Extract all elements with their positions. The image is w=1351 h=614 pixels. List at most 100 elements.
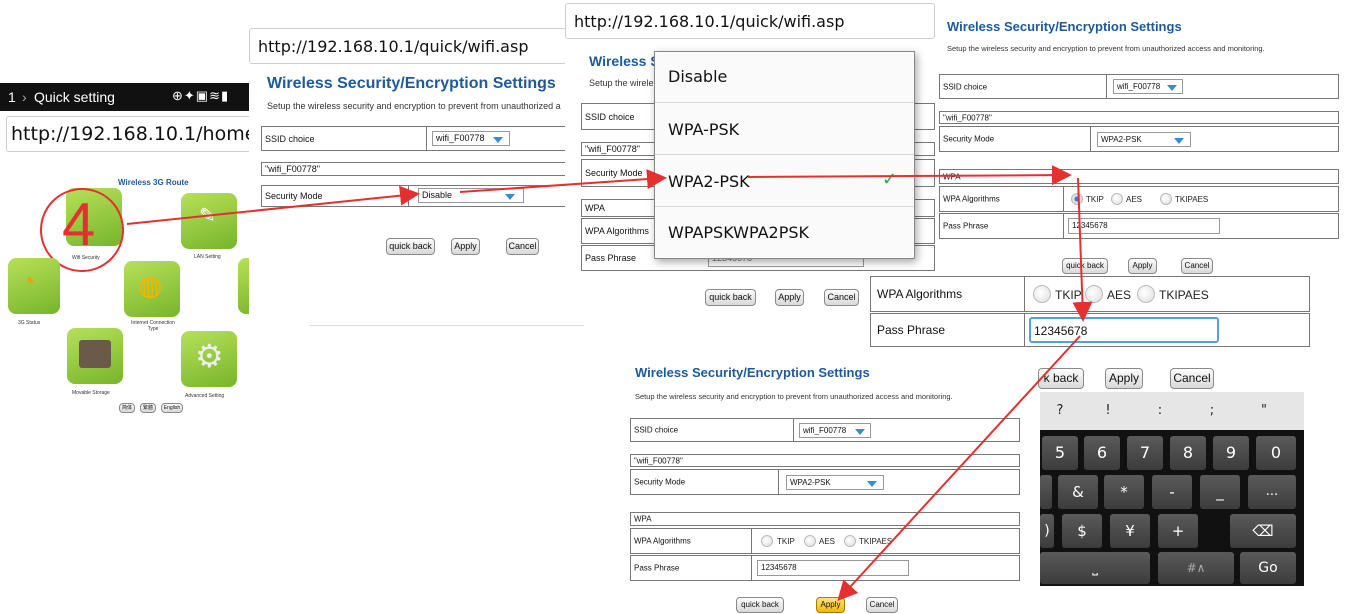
tile-internet-connection[interactable]: ◍ <box>124 261 180 317</box>
ssid-select[interactable]: wifi_F00778 <box>432 131 510 146</box>
pass-phrase-label: Pass Phrase <box>634 563 680 573</box>
radio-tkipaes[interactable] <box>1137 285 1155 303</box>
apply-button[interactable]: Apply <box>775 289 804 306</box>
key-go[interactable]: Go <box>1240 552 1296 584</box>
key-0[interactable]: 0 <box>1256 436 1296 470</box>
apply-button[interactable]: Apply <box>816 597 845 613</box>
wpa-header-row: WPA <box>939 169 1339 184</box>
storage-icon <box>79 340 111 368</box>
wifi-page-disable-panel: http://192.168.10.1/quick/wifi.asp Wirel… <box>249 28 584 333</box>
apply-button[interactable]: Apply <box>451 238 480 255</box>
page-description: Setup the wireless security and encrypti… <box>947 44 1265 53</box>
radio-tkip-label: TKIP <box>777 537 795 546</box>
divider <box>309 325 584 326</box>
cancel-button[interactable]: Cancel <box>1181 258 1213 274</box>
pass-phrase-label: Pass Phrase <box>585 253 637 263</box>
cancel-button[interactable]: Cancel <box>866 597 898 613</box>
quick-back-button[interactable]: quick back <box>705 289 756 306</box>
pass-phrase-input[interactable]: 12345678 <box>1068 218 1220 234</box>
keyboard-row-1: ? ! : ; " <box>1040 392 1304 430</box>
security-mode-select[interactable]: Disable <box>418 188 524 203</box>
wpa-algorithms-label: WPA Algorithms <box>943 194 1000 204</box>
tile-lan-setting[interactable]: ✎ <box>181 193 237 249</box>
key-symbols[interactable]: #∧ <box>1158 552 1234 584</box>
radio-aes[interactable] <box>1085 285 1103 303</box>
dropdown-option-wpa-psk[interactable]: WPA-PSK <box>655 103 914 155</box>
quick-back-button[interactable]: quick back <box>386 238 435 255</box>
pass-phrase-value: 12345678 <box>1072 221 1108 230</box>
cancel-button[interactable]: Cancel <box>1170 368 1214 389</box>
key-ellipsis[interactable]: ... <box>1248 475 1296 509</box>
key-yen[interactable]: ¥ <box>1110 514 1150 548</box>
security-mode-value: WPA2-PSK <box>790 478 831 487</box>
security-mode-select[interactable]: WPA2-PSK <box>1097 132 1191 147</box>
radio-tkip[interactable] <box>761 535 773 547</box>
ssid-row: SSID choice wifi_F00778 <box>939 74 1339 99</box>
cancel-button[interactable]: Cancel <box>824 289 859 306</box>
key-paren[interactable]: ) <box>1040 514 1054 548</box>
security-mode-label: Security Mode <box>265 191 323 201</box>
address-url: http://192.168.10.1/quick/wifi.asp <box>574 12 845 31</box>
ssid-header: "wifi_F00778" <box>943 113 992 122</box>
quick-back-button[interactable]: quick back <box>736 597 784 613</box>
chevron-down-icon <box>867 481 877 487</box>
key-7[interactable]: 7 <box>1127 436 1163 470</box>
pass-phrase-input[interactable]: 12345678 <box>757 560 909 576</box>
ssid-select[interactable]: wifi_F00778 <box>1113 79 1183 94</box>
radio-tkipaes-label: TKIPAES <box>1159 288 1209 302</box>
backspace-icon[interactable]: ⌫ <box>1230 514 1296 548</box>
ssid-select[interactable]: wifi_F00778 <box>799 423 871 438</box>
address-bar[interactable]: http://192.168.10.1/quick/wifi.asp <box>565 3 935 39</box>
key-5[interactable]: 5 <box>1042 436 1078 470</box>
radio-tkipaes[interactable] <box>1160 193 1172 205</box>
key-semicolon[interactable]: ; <box>1192 396 1232 426</box>
key-quote[interactable]: " <box>1244 396 1284 426</box>
dropdown-option-wpa2-psk[interactable]: WPA2-PSK ✓ <box>655 155 914 207</box>
security-mode-select[interactable]: WPA2-PSK <box>786 475 884 490</box>
cancel-button[interactable]: Cancel <box>506 238 539 255</box>
radio-tkip-label: TKIP <box>1086 195 1104 204</box>
key-plus[interactable]: + <box>1158 514 1198 548</box>
lang-button-english[interactable]: English <box>161 403 183 413</box>
key-dollar[interactable]: $ <box>1062 514 1102 548</box>
tile-3g-status[interactable]: ◔ <box>8 258 60 314</box>
address-bar[interactable]: http://192.168.10.1/home.asp <box>6 116 255 152</box>
tile-label-advanced-setting: Advanced Setting <box>185 393 225 399</box>
lang-button-simplified[interactable]: 简体 <box>119 403 135 413</box>
ssid-select-value: wifi_F00778 <box>803 426 847 435</box>
dropdown-option-wpapsk-wpa2psk[interactable]: WPAPSKWPA2PSK <box>655 207 914 257</box>
tile-label-3g-status: 3G Status <box>18 320 41 326</box>
key-exclaim[interactable]: ! <box>1088 396 1128 426</box>
radio-aes[interactable] <box>804 535 816 547</box>
quick-back-button[interactable]: k back <box>1038 368 1084 389</box>
key-minus[interactable]: - <box>1152 475 1192 509</box>
key-colon[interactable]: : <box>1140 396 1180 426</box>
key-underscore[interactable]: _ <box>1200 475 1240 509</box>
address-url: http://192.168.10.1/quick/wifi.asp <box>258 37 529 56</box>
wpa-algorithms-row-zoom: WPA Algorithms TKIP AES TKIPAES <box>870 276 1310 312</box>
key-9[interactable]: 9 <box>1213 436 1249 470</box>
ssid-row: SSID choice wifi_F00778 <box>630 418 1020 442</box>
key-question[interactable]: ? <box>1040 396 1080 426</box>
lang-button-traditional[interactable]: 繁體 <box>140 403 156 413</box>
pass-phrase-input[interactable]: 12345678 <box>1029 317 1219 343</box>
dropdown-option-disable[interactable]: Disable <box>655 52 914 103</box>
apply-button[interactable]: Apply <box>1105 368 1143 389</box>
key-partial[interactable] <box>1040 475 1052 509</box>
key-ampersand[interactable]: & <box>1058 475 1098 509</box>
ssid-header: "wifi_F00778" <box>265 164 320 174</box>
key-asterisk[interactable]: * <box>1104 475 1144 509</box>
radio-tkipaes[interactable] <box>844 535 856 547</box>
key-8[interactable]: 8 <box>1170 436 1206 470</box>
address-bar[interactable]: http://192.168.10.1/quick/wifi.asp <box>249 28 584 64</box>
apply-button[interactable]: Apply <box>1128 258 1157 274</box>
quick-back-button[interactable]: quick back <box>1062 258 1108 274</box>
tile-advanced-setting[interactable]: ⚙ <box>181 331 237 387</box>
ssid-header: "wifi_F00778" <box>634 456 683 465</box>
tile-movable-storage[interactable] <box>67 328 123 384</box>
key-6[interactable]: 6 <box>1084 436 1120 470</box>
radio-aes[interactable] <box>1111 193 1123 205</box>
radio-tkip[interactable] <box>1033 285 1051 303</box>
space-icon[interactable]: ⎵ <box>1040 552 1150 584</box>
radio-tkip[interactable] <box>1071 193 1083 205</box>
